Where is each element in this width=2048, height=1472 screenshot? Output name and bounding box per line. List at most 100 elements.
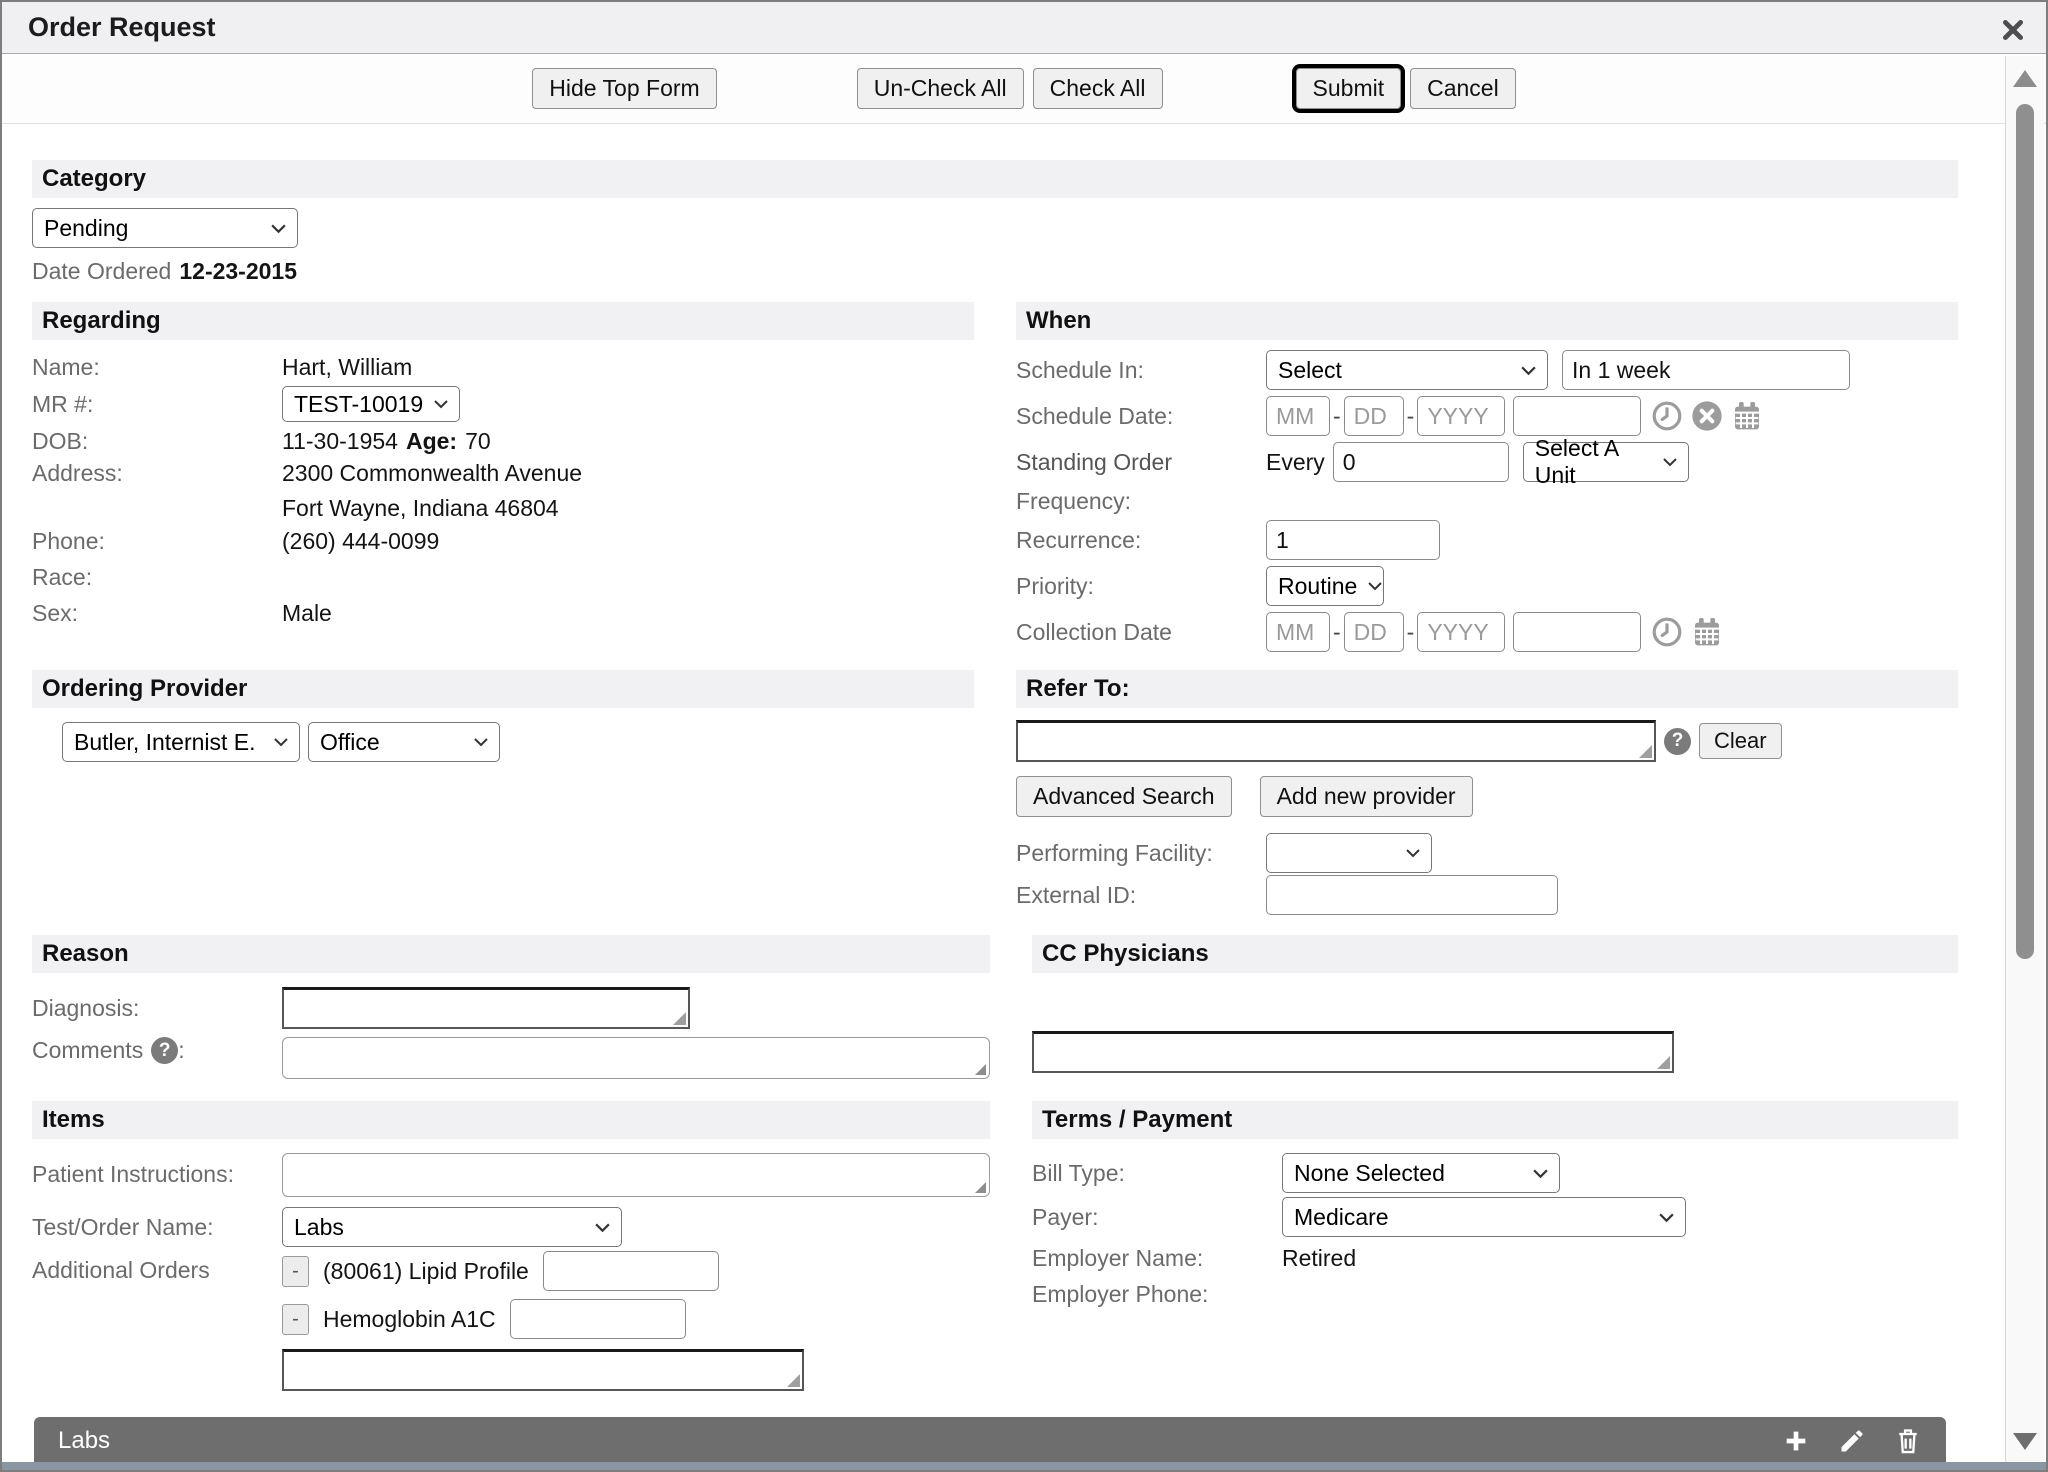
address-line1: 2300 Commonwealth Avenue: [282, 460, 582, 487]
dob-label: DOB:: [32, 428, 282, 455]
chevron-down-icon: [273, 737, 289, 747]
schedule-date-mm-input[interactable]: [1266, 396, 1330, 436]
diagnosis-input[interactable]: [282, 987, 690, 1029]
labs-panel-title: Labs: [58, 1427, 110, 1455]
add-icon[interactable]: [1782, 1427, 1810, 1455]
chevron-down-icon: [1532, 1168, 1549, 1179]
payer-label: Payer:: [1032, 1204, 1282, 1231]
cc-physicians-header: CC Physicians: [1032, 935, 1958, 973]
additional-orders-label: Additional Orders: [32, 1257, 282, 1284]
schedule-in-label: Schedule In:: [1016, 357, 1266, 384]
clock-icon[interactable]: [1651, 400, 1683, 432]
comments-textarea[interactable]: [282, 1037, 990, 1079]
test-order-name-label: Test/Order Name:: [32, 1214, 282, 1241]
provider-select[interactable]: Butler, Internist E.: [62, 722, 300, 762]
category-select[interactable]: Pending: [32, 208, 298, 248]
order-qty-input[interactable]: [543, 1251, 719, 1291]
terms-payment-header: Terms / Payment: [1032, 1101, 1958, 1139]
delete-trash-icon[interactable]: [1894, 1427, 1922, 1455]
cc-physicians-input[interactable]: [1032, 1031, 1674, 1073]
cc-physicians-section: CC Physicians: [1032, 935, 1958, 1073]
external-id-input[interactable]: [1266, 875, 1558, 915]
edit-pencil-icon[interactable]: [1838, 1427, 1866, 1455]
calendar-icon[interactable]: [1731, 400, 1763, 432]
date-ordered-label: Date Ordered: [32, 258, 171, 285]
patient-name: Hart, William: [282, 354, 412, 381]
refer-to-input[interactable]: [1016, 720, 1656, 762]
form-content: Category Pending Date Ordered 12-23-2015…: [2, 124, 2046, 1391]
order-qty-input[interactable]: [510, 1299, 686, 1339]
provider-location-select[interactable]: Office: [308, 722, 500, 762]
calendar-icon[interactable]: [1691, 616, 1723, 648]
patient-instructions-textarea[interactable]: [282, 1153, 990, 1197]
close-button[interactable]: [1998, 16, 2028, 44]
scroll-up-icon[interactable]: [2013, 70, 2037, 87]
address-label: Address:: [32, 460, 282, 487]
clear-date-icon[interactable]: [1691, 400, 1723, 432]
frequency-label: Frequency:: [1016, 488, 1266, 515]
collection-date-time-input[interactable]: [1513, 612, 1641, 652]
comments-label: Comments ? :: [32, 1037, 282, 1064]
every-label: Every: [1266, 449, 1325, 476]
clock-icon[interactable]: [1651, 616, 1683, 648]
check-all-button[interactable]: Check All: [1033, 68, 1163, 109]
chevron-down-icon: [433, 399, 449, 409]
priority-select[interactable]: Routine: [1266, 566, 1384, 606]
add-new-provider-button[interactable]: Add new provider: [1260, 776, 1473, 817]
priority-label: Priority:: [1016, 573, 1266, 600]
schedule-date-dd-input[interactable]: [1344, 396, 1404, 436]
every-input[interactable]: [1333, 442, 1509, 482]
scroll-down-icon[interactable]: [2013, 1433, 2037, 1450]
schedule-date-yyyy-input[interactable]: [1417, 396, 1505, 436]
collection-date-dd-input[interactable]: [1344, 612, 1404, 652]
terms-payment-section: Terms / Payment Bill Type: None Selected…: [1032, 1101, 1958, 1311]
age-label: Age:: [406, 428, 457, 455]
mr-select[interactable]: TEST-10019: [282, 386, 460, 422]
chevron-down-icon: [1520, 365, 1537, 376]
remove-order-button[interactable]: -: [282, 1256, 309, 1287]
diagnosis-label: Diagnosis:: [32, 995, 282, 1022]
help-icon[interactable]: ?: [151, 1037, 178, 1064]
sex-value: Male: [282, 600, 332, 627]
when-section: When Schedule In: Select Schedule Date:: [1016, 302, 1958, 652]
add-order-input[interactable]: [282, 1349, 804, 1391]
sex-label: Sex:: [32, 600, 282, 627]
ordering-provider-section: Ordering Provider Butler, Internist E. O…: [32, 670, 974, 762]
refer-to-header: Refer To:: [1016, 670, 1958, 708]
submit-button[interactable]: Submit: [1296, 68, 1402, 109]
employer-name-label: Employer Name:: [1032, 1245, 1282, 1272]
recurrence-label: Recurrence:: [1016, 527, 1266, 554]
mr-label: MR #:: [32, 391, 282, 418]
hide-top-form-button[interactable]: Hide Top Form: [532, 68, 716, 109]
chevron-down-icon: [270, 223, 287, 234]
unit-select[interactable]: Select A Unit: [1523, 442, 1689, 482]
uncheck-all-button[interactable]: Un-Check All: [857, 68, 1024, 109]
cancel-button[interactable]: Cancel: [1410, 68, 1516, 109]
collection-date-yyyy-input[interactable]: [1417, 612, 1505, 652]
schedule-in-select[interactable]: Select: [1266, 350, 1548, 390]
payer-select[interactable]: Medicare: [1282, 1197, 1686, 1237]
chevron-down-icon: [1405, 848, 1421, 858]
recurrence-input[interactable]: [1266, 520, 1440, 560]
performing-facility-select[interactable]: [1266, 833, 1432, 873]
vertical-scrollbar[interactable]: [2005, 56, 2044, 1462]
dialog-title: Order Request: [28, 12, 216, 43]
advanced-search-button[interactable]: Advanced Search: [1016, 776, 1232, 817]
bill-type-select[interactable]: None Selected: [1282, 1153, 1560, 1193]
window-bottom-edge: [2, 1462, 2046, 1470]
scrollbar-thumb[interactable]: [2016, 104, 2034, 959]
toolbar: Hide Top Form Un-Check All Check All Sub…: [2, 54, 2046, 124]
dialog-titlebar: Order Request: [2, 2, 2046, 54]
refer-to-section: Refer To: ? Clear Advanced Search Add ne…: [1016, 670, 1958, 915]
remove-order-button[interactable]: -: [282, 1304, 309, 1335]
race-label: Race:: [32, 564, 282, 591]
schedule-date-time-input[interactable]: [1513, 396, 1641, 436]
clear-button[interactable]: Clear: [1699, 723, 1782, 759]
schedule-in-text-input[interactable]: [1562, 350, 1850, 390]
additional-order-row: - Hemoglobin A1C: [282, 1299, 804, 1339]
collection-date-mm-input[interactable]: [1266, 612, 1330, 652]
help-icon[interactable]: ?: [1664, 728, 1691, 755]
test-order-select[interactable]: Labs: [282, 1207, 622, 1247]
items-header: Items: [32, 1101, 990, 1139]
patient-instructions-label: Patient Instructions:: [32, 1161, 282, 1188]
